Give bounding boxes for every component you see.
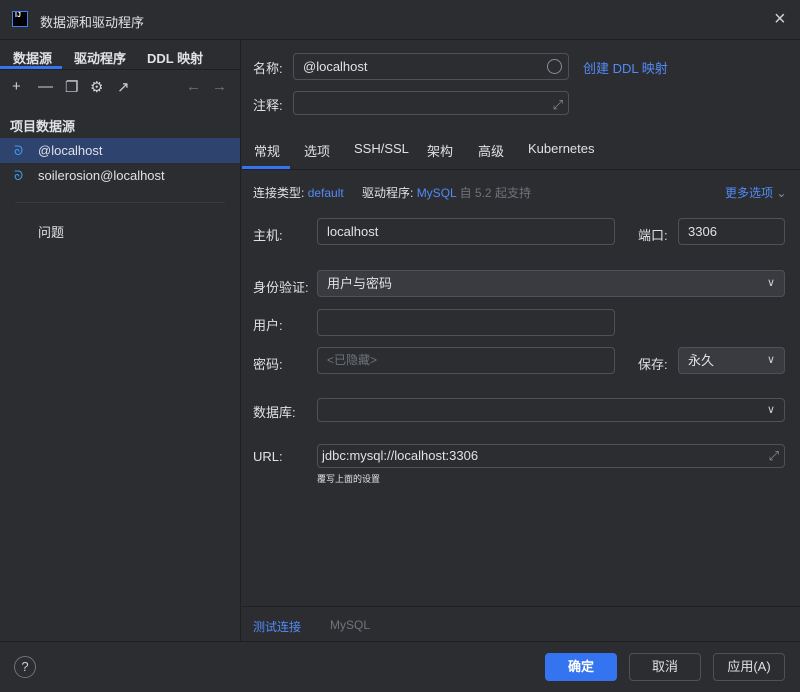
divider (15, 202, 225, 203)
user-input[interactable] (317, 309, 615, 336)
password-label: 密码: (253, 357, 283, 372)
url-input[interactable]: jdbc:mysql://localhost:3306 ⤢ (317, 444, 785, 468)
url-value: jdbc:mysql://localhost:3306 (322, 448, 479, 463)
password-input[interactable]: <已隐藏> (317, 347, 615, 374)
help-button[interactable]: ? (14, 656, 36, 678)
window-title: 数据源和驱动程序 (40, 15, 145, 30)
mysql-icon: ᘐ (14, 168, 24, 183)
cancel-button[interactable]: 取消 (629, 653, 701, 681)
save-value: 永久 (688, 353, 715, 368)
comment-input[interactable]: ⤢ (293, 91, 569, 115)
more-options-label: 更多选项 (725, 186, 774, 200)
tab-ssh-ssl[interactable]: SSH/SSL (354, 141, 409, 156)
chevron-down-icon: ⌄ (776, 186, 787, 200)
url-label: URL: (253, 449, 283, 464)
name-input[interactable]: @localhost (293, 53, 569, 80)
title-bar: IJ 数据源和驱动程序 × (0, 0, 800, 40)
tab-ddl-mapping[interactable]: DDL 映射 (147, 48, 203, 67)
tab-schemas[interactable]: 架构 (427, 141, 453, 160)
chevron-down-icon: ∨ (766, 404, 775, 416)
color-circle-icon[interactable] (547, 59, 562, 74)
auth-label: 身份验证: (253, 280, 309, 295)
tab-advanced[interactable]: 高级 (478, 141, 504, 160)
tab-datasources[interactable]: 数据源 (13, 48, 52, 67)
problems-item[interactable]: 问题 (38, 222, 64, 241)
tab-drivers[interactable]: 驱动程序 (74, 48, 126, 67)
remove-icon[interactable]: — (38, 78, 53, 95)
port-label: 端口: (638, 228, 668, 243)
comment-label: 注释: (253, 98, 283, 113)
user-label: 用户: (253, 318, 283, 333)
datasource-item[interactable]: ᘐ @localhost (0, 138, 240, 163)
url-hint: 覆写上面的设置 (317, 474, 381, 484)
ok-button[interactable]: 确定 (545, 653, 617, 681)
host-label: 主机: (253, 228, 283, 243)
datasource-item[interactable]: ᘐ soilerosion@localhost (0, 163, 240, 188)
item-label: soilerosion@localhost (38, 168, 165, 183)
tab-options[interactable]: 选项 (304, 141, 330, 160)
expand-icon[interactable]: ⤢ (769, 445, 779, 467)
save-label: 保存: (638, 357, 668, 372)
add-icon[interactable]: + (12, 78, 21, 95)
chevron-down-icon: ∨ (766, 277, 775, 289)
auth-select[interactable]: 用户与密码 ∨ (317, 270, 785, 297)
app-logo: IJ (12, 11, 28, 27)
name-value: @localhost (303, 59, 368, 74)
port-input[interactable]: 3306 (678, 218, 785, 245)
close-icon[interactable]: × (774, 8, 786, 31)
section-title: 项目数据源 (10, 119, 76, 134)
name-label: 名称: (253, 61, 283, 76)
chevron-down-icon: ∨ (766, 354, 775, 366)
driver-label: 驱动程序: (362, 186, 414, 200)
database-select[interactable]: ∨ (317, 398, 785, 422)
tab-general[interactable]: 常规 (254, 141, 280, 160)
export-icon[interactable]: ↗ (117, 78, 130, 96)
test-connection-link[interactable]: 测试连接 (253, 618, 301, 635)
conn-type-label: 连接类型: (253, 186, 305, 200)
database-label: 数据库: (253, 405, 296, 420)
driver-value[interactable]: MySQL (417, 186, 457, 200)
driver-note: 自 5.2 起支持 (459, 186, 531, 200)
host-input[interactable]: localhost (317, 218, 615, 245)
more-options[interactable]: 更多选项 ⌄ (725, 184, 786, 201)
settings-icon[interactable]: ⚙ (90, 78, 103, 96)
forward-icon[interactable]: → (212, 78, 227, 95)
auth-value: 用户与密码 (327, 276, 393, 291)
save-select[interactable]: 永久 ∨ (678, 347, 785, 374)
mysql-icon: ᘐ (14, 143, 24, 158)
apply-button[interactable]: 应用(A) (713, 653, 785, 681)
create-ddl-link[interactable]: 创建 DDL 映射 (583, 58, 668, 77)
conn-type-value[interactable]: default (308, 186, 344, 200)
item-label: @localhost (38, 143, 103, 158)
tab-kubernetes[interactable]: Kubernetes (528, 141, 595, 156)
driver-link[interactable]: MySQL (330, 618, 370, 632)
expand-icon[interactable]: ⤢ (553, 92, 563, 117)
copy-icon[interactable]: ❐ (65, 78, 78, 96)
back-icon[interactable]: ← (186, 78, 201, 95)
